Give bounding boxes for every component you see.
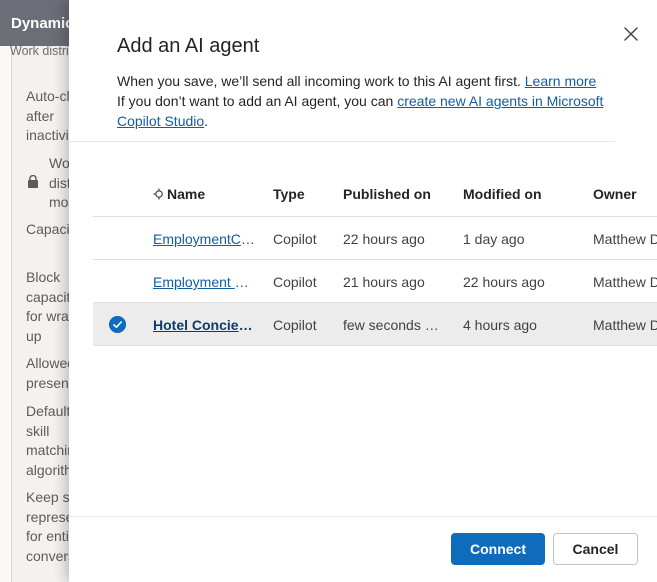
agent-owner: Matthew Davis	[593, 231, 657, 247]
table-row-selected[interactable]: Hotel Concierge Copilot few seconds ago …	[93, 303, 657, 346]
add-ai-agent-dialog: Add an AI agent When you save, we’ll sen…	[69, 0, 657, 582]
agent-modified: 1 day ago	[463, 231, 525, 247]
checkmark-circle-icon[interactable]	[109, 316, 126, 333]
agent-name-link[interactable]: Employment Support	[153, 274, 257, 290]
agent-name-link[interactable]: EmploymentCopilot	[153, 231, 257, 247]
agent-name-link[interactable]: Hotel Concierge	[153, 317, 257, 333]
column-header-modified[interactable]: Modified on	[463, 186, 542, 202]
connect-button[interactable]: Connect	[451, 533, 545, 565]
agent-type: Copilot	[273, 317, 317, 333]
column-header-published[interactable]: Published on	[343, 186, 431, 202]
column-options-icon	[153, 188, 163, 200]
agents-table: Name Type Published on Modified on Owner…	[93, 173, 657, 346]
column-header-name[interactable]: Name	[153, 186, 257, 202]
agent-type: Copilot	[273, 231, 317, 247]
agent-published: few seconds ago	[343, 317, 439, 333]
column-header-type[interactable]: Type	[273, 186, 305, 202]
learn-more-link[interactable]: Learn more	[525, 73, 597, 89]
table-row[interactable]: EmploymentCopilot Copilot 22 hours ago 1…	[93, 217, 657, 260]
agent-owner: Matthew Davis	[593, 317, 657, 333]
table-header: Name Type Published on Modified on Owner	[93, 173, 657, 217]
dialog-title: Add an AI agent	[117, 35, 260, 57]
app-header: Dynamics 365	[0, 0, 80, 46]
agent-type: Copilot	[273, 274, 317, 290]
cancel-button[interactable]: Cancel	[553, 533, 638, 565]
agent-modified: 4 hours ago	[463, 317, 537, 333]
agent-published: 22 hours ago	[343, 231, 425, 247]
agent-published: 21 hours ago	[343, 274, 425, 290]
column-header-owner[interactable]: Owner	[593, 186, 637, 202]
lock-icon	[28, 175, 38, 188]
close-icon[interactable]	[622, 25, 640, 43]
footer-divider	[69, 516, 657, 517]
dialog-description: When you save, we’ll send all incoming w…	[117, 73, 604, 129]
agent-owner: Matthew Davis	[593, 274, 657, 290]
background-app: Dynamics 365 Work distribution Auto-clos…	[0, 0, 80, 582]
divider	[69, 141, 615, 142]
agent-modified: 22 hours ago	[463, 274, 545, 290]
table-row[interactable]: Employment Support Copilot 21 hours ago …	[93, 260, 657, 303]
